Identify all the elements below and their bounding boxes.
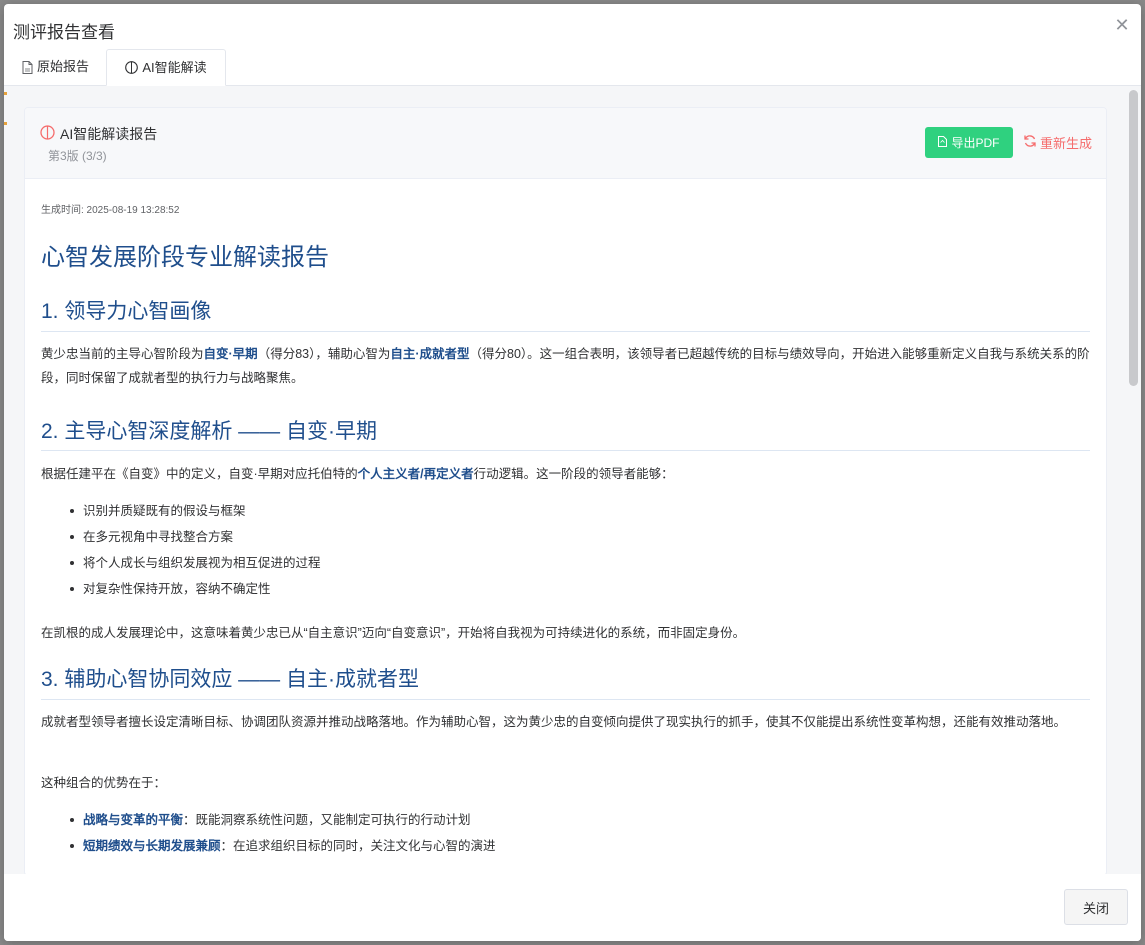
list-item: 战略与变革的平衡：既能洞察系统性问题，又能制定可执行的行动计划 (70, 807, 496, 833)
report-dialog: 测评报告查看 ✕ 原始报告 AI智能解读 AI智能解读报告 第3版 (3/3) … (4, 4, 1141, 941)
card-title-text: AI智能解读报告 (60, 126, 158, 142)
vertical-scrollbar[interactable] (1129, 90, 1138, 870)
regenerate-button[interactable]: 重新生成 (1019, 127, 1096, 158)
list-item: 短期绩效与长期发展兼顾：在追求组织目标的同时，关注文化与心智的演进 (70, 833, 496, 859)
dialog-title: 测评报告查看 (13, 23, 115, 42)
refresh-icon (1023, 134, 1037, 151)
tab-label: AI智能解读 (142, 59, 207, 75)
section-2-heading: 2. 主导心智深度解析 —— 自变·早期 (41, 420, 378, 443)
section-3-paragraph-2: 这种组合的优势在于： (41, 776, 167, 790)
close-icon[interactable]: ✕ (1113, 16, 1131, 34)
regenerate-label: 重新生成 (1040, 136, 1093, 151)
pdf-icon (938, 135, 948, 150)
list-item: 识别并质疑既有的假设与框架 (70, 498, 321, 524)
section-1-paragraph: 黄少忠当前的主导心智阶段为自变·早期（得分83），辅助心智为自主·成就者型（得分… (41, 347, 1090, 385)
tab-bar: 原始报告 AI智能解读 (4, 49, 1141, 86)
section-divider (41, 450, 1090, 451)
brain-icon (40, 125, 55, 143)
report-title: 心智发展阶段专业解读报告 (41, 244, 329, 271)
brain-icon (125, 61, 139, 74)
list-item: 将个人成长与组织发展视为相互促进的过程 (70, 550, 321, 576)
report-scroll-area[interactable]: AI智能解读报告 第3版 (3/3) 导出PDF 重新生成 生成时间: 2025… (4, 86, 1141, 876)
side-markers (4, 86, 8, 146)
dialog-footer: 关闭 (4, 874, 1141, 941)
section-1-heading: 1. 领导力心智画像 (41, 300, 212, 323)
close-button[interactable]: 关闭 (1064, 889, 1128, 925)
card-header: AI智能解读报告 第3版 (3/3) 导出PDF 重新生成 (25, 108, 1106, 179)
report-body: 生成时间: 2025-08-19 13:28:52 心智发展阶段专业解读报告 1… (41, 179, 1090, 875)
export-pdf-label: 导出PDF (951, 136, 1000, 150)
list-item: 在多元视角中寻找整合方案 (70, 524, 321, 550)
generated-time: 生成时间: 2025-08-19 13:28:52 (41, 205, 180, 216)
tab-label: 原始报告 (37, 59, 90, 74)
section-divider (41, 331, 1090, 332)
document-icon (22, 60, 33, 74)
section-3-list: 战略与变革的平衡：既能洞察系统性问题，又能制定可执行的行动计划 短期绩效与长期发… (70, 807, 496, 859)
export-pdf-button[interactable]: 导出PDF (925, 127, 1013, 158)
ai-report-card: AI智能解读报告 第3版 (3/3) 导出PDF 重新生成 生成时间: 2025… (24, 107, 1107, 876)
scrollbar-thumb[interactable] (1129, 90, 1138, 386)
tab-original-report[interactable]: 原始报告 (8, 49, 103, 85)
section-2-list: 识别并质疑既有的假设与框架 在多元视角中寻找整合方案 将个人成长与组织发展视为相… (70, 498, 321, 602)
section-2-paragraph: 根据任建平在《自变》中的定义，自变·早期对应托伯特的个人主义者/再定义者行动逻辑… (41, 467, 674, 481)
section-divider (41, 699, 1090, 700)
tab-ai-interpretation[interactable]: AI智能解读 (106, 49, 226, 86)
section-3-heading: 3. 辅助心智协同效应 —— 自主·成就者型 (41, 668, 420, 691)
list-item: 对复杂性保持开放，容纳不确定性 (70, 576, 321, 602)
section-3-paragraph: 成就者型领导者擅长设定清晰目标、协调团队资源并推动战略落地。作为辅助心智，这为黄… (41, 715, 1067, 729)
section-2-paragraph-2: 在凯根的成人发展理论中，这意味着黄少忠已从“自主意识”迈向“自变意识”，开始将自… (41, 626, 746, 640)
card-title: AI智能解读报告 (40, 124, 157, 144)
dialog-header: 测评报告查看 ✕ (4, 4, 1141, 50)
version-label: 第3版 (3/3) (48, 149, 107, 163)
